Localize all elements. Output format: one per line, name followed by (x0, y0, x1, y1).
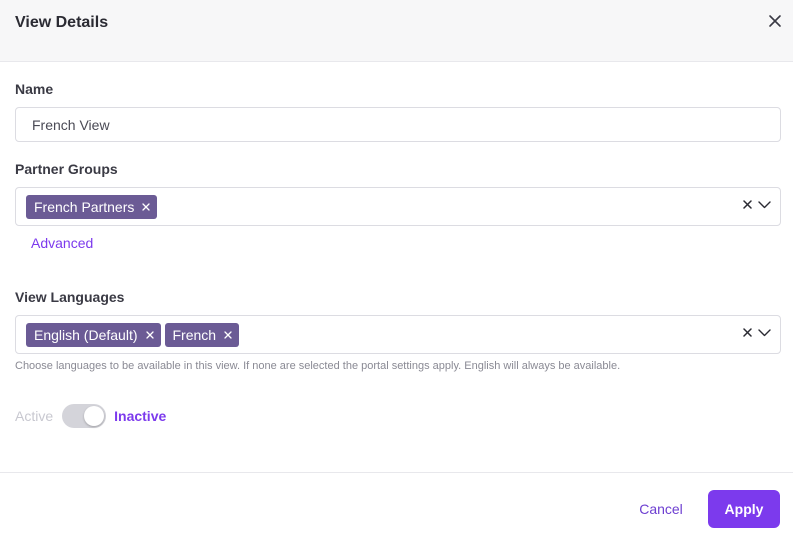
chevron-down-icon (758, 200, 771, 208)
view-languages-help-text: Choose languages to be available in this… (15, 360, 621, 372)
close-button[interactable] (764, 10, 786, 32)
clear-icon (743, 200, 752, 209)
status-toggle-switch[interactable] (62, 404, 107, 428)
name-input[interactable] (15, 107, 781, 142)
chip-label: French Partners (34, 199, 135, 215)
chip-remove-button[interactable] (143, 328, 157, 342)
partner-groups-clear-button[interactable] (743, 200, 752, 209)
view-languages-dropdown-toggle[interactable] (758, 328, 771, 337)
apply-button[interactable]: Apply (708, 490, 780, 528)
close-icon (769, 15, 781, 27)
view-details-dialog: View Details Name Partner Groups French … (0, 0, 793, 539)
view-languages-controls (743, 328, 771, 337)
chevron-down-icon (758, 328, 771, 336)
advanced-link[interactable]: Advanced (31, 235, 93, 251)
chip-french-partners: French Partners (26, 195, 158, 219)
dialog-footer: Cancel Apply (0, 472, 793, 539)
dialog-header: View Details (0, 0, 793, 62)
chip-label: French (172, 327, 217, 343)
close-icon (224, 331, 232, 339)
chip-english-default: English (Default) (26, 323, 161, 347)
partner-groups-select[interactable]: French Partners (15, 187, 781, 226)
toggle-active-label: Active (15, 408, 54, 424)
toggle-inactive-label: Inactive (114, 408, 167, 424)
partner-groups-controls (743, 200, 771, 209)
partner-groups-dropdown-toggle[interactable] (758, 200, 771, 209)
view-languages-clear-button[interactable] (743, 328, 752, 337)
view-languages-label: View Languages (15, 289, 125, 305)
chip-remove-button[interactable] (221, 328, 235, 342)
close-icon (142, 203, 151, 211)
dialog-title: View Details (15, 14, 109, 31)
clear-icon (743, 328, 752, 337)
view-languages-select[interactable]: English (Default) French (15, 315, 781, 354)
chip-french: French (164, 323, 240, 347)
view-languages-chips: English (Default) French (26, 323, 240, 347)
close-icon (145, 331, 154, 339)
chip-label: English (Default) (34, 327, 138, 343)
status-toggle-row: Active Inactive (15, 403, 166, 429)
name-label: Name (15, 81, 54, 97)
chip-remove-button[interactable] (139, 200, 153, 214)
partner-groups-chips: French Partners (26, 195, 158, 219)
cancel-button[interactable]: Cancel (625, 490, 697, 528)
toggle-knob (84, 406, 105, 426)
partner-groups-label: Partner Groups (15, 161, 118, 177)
